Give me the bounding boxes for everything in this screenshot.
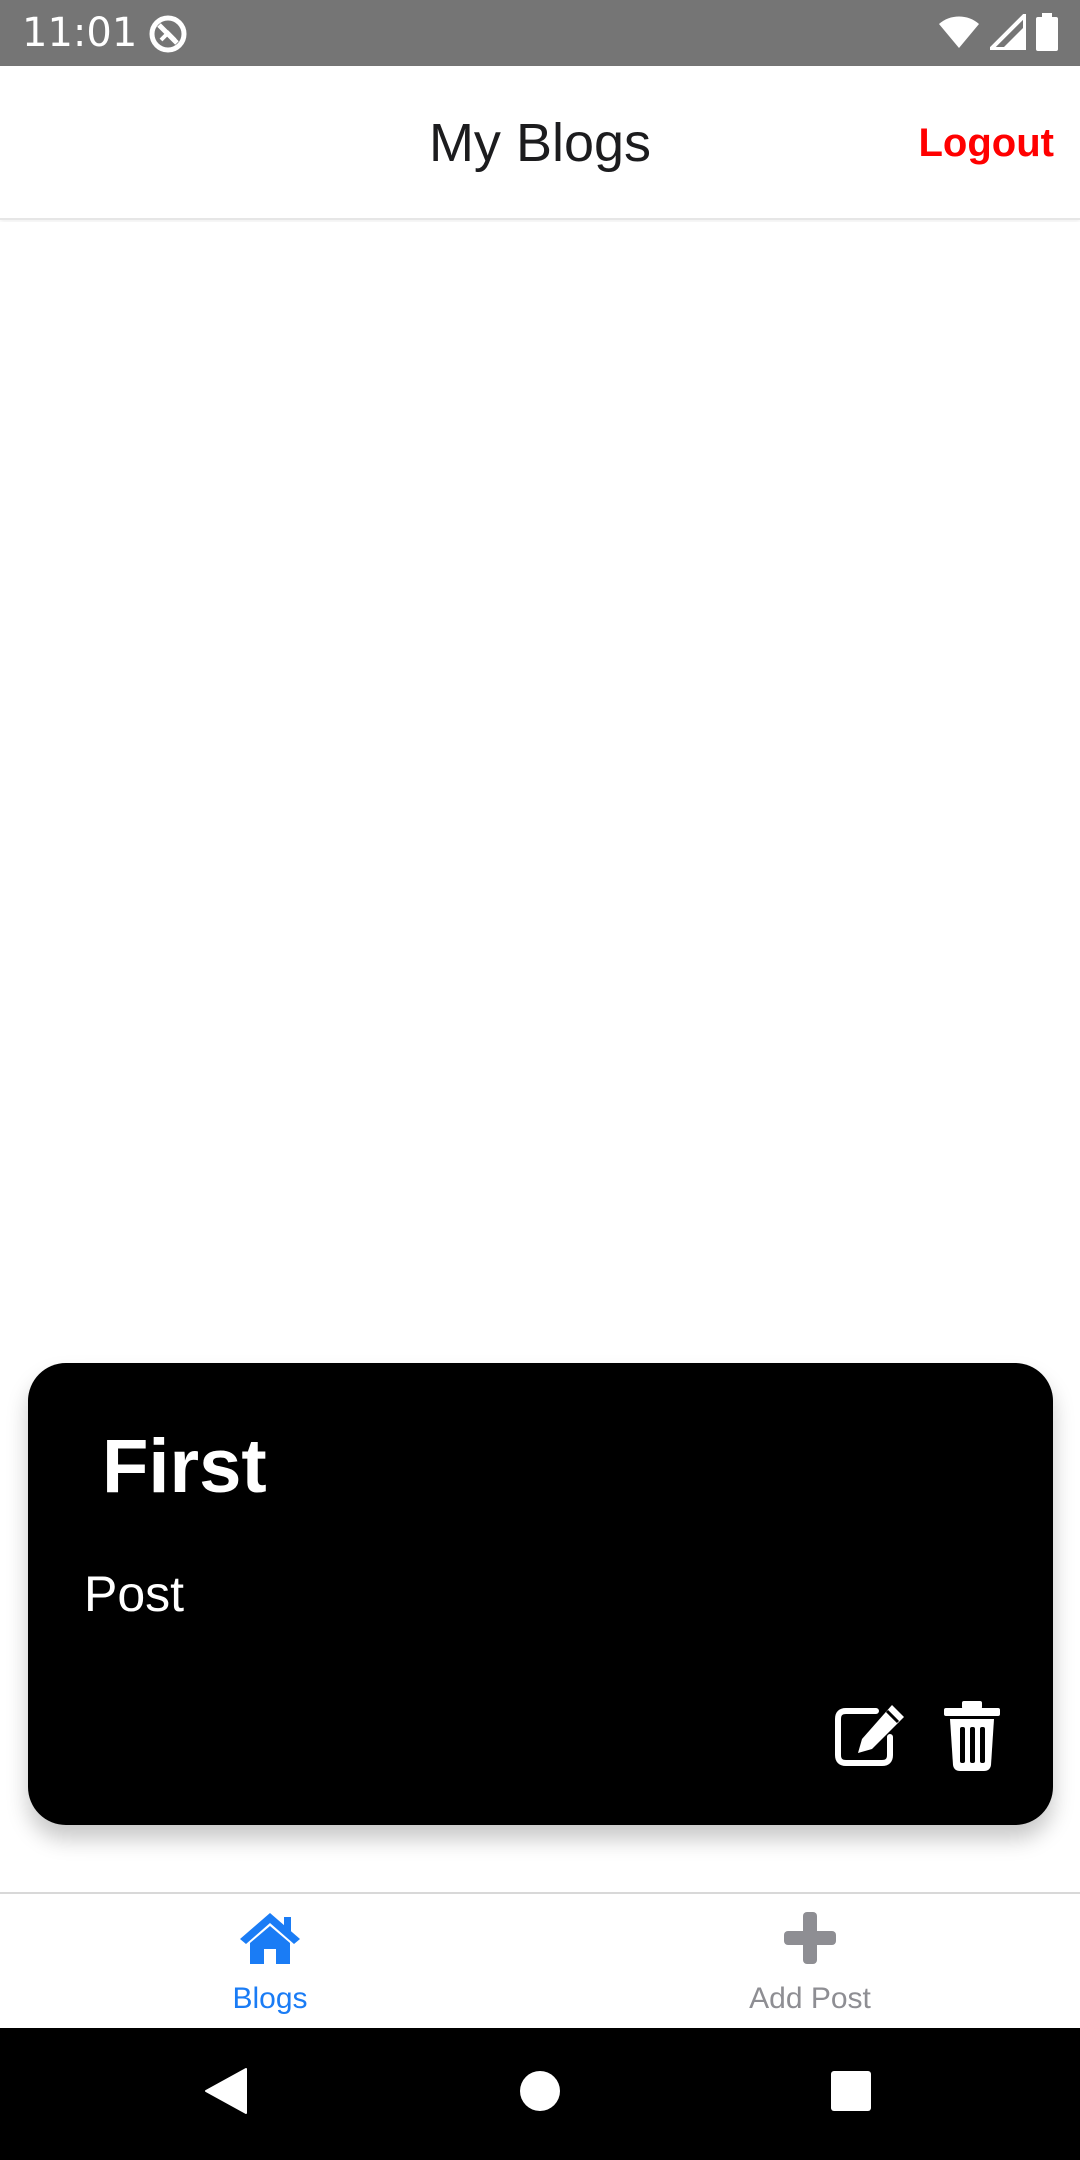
recents-button[interactable]	[816, 2058, 886, 2128]
tab-add-post-label: Add Post	[749, 1982, 871, 2015]
logout-button[interactable]: Logout	[919, 66, 1055, 220]
status-bar: 11:01	[0, 0, 1080, 66]
edit-icon	[832, 1705, 908, 1773]
tab-add-post[interactable]: Add Post	[540, 1894, 1080, 2028]
tab-blogs-label: Blogs	[232, 1982, 308, 2015]
app-notification-icon	[148, 14, 188, 54]
wifi-icon	[938, 15, 980, 54]
system-nav-bar	[0, 2028, 1080, 2160]
tab-blogs[interactable]: Blogs	[0, 1894, 540, 2028]
blog-list[interactable]: First Post	[0, 222, 1080, 1892]
home-icon	[238, 1911, 302, 1970]
post-title: First	[102, 1424, 267, 1509]
home-button[interactable]	[505, 2058, 575, 2128]
recents-square-icon	[830, 2070, 872, 2117]
plus-icon	[782, 1910, 838, 1971]
delete-post-button[interactable]	[942, 1701, 1002, 1771]
battery-icon	[1036, 12, 1058, 56]
home-circle-icon	[519, 2070, 561, 2117]
app-header: My Blogs Logout	[0, 66, 1080, 220]
status-icons	[938, 9, 1058, 56]
trash-icon	[942, 1701, 1002, 1775]
post-body: Post	[84, 1566, 185, 1622]
status-time: 11:01	[22, 10, 138, 56]
back-button[interactable]	[191, 2058, 261, 2128]
post-card[interactable]: First Post	[28, 1363, 1053, 1825]
back-icon	[204, 2067, 248, 2120]
edit-post-button[interactable]	[832, 1703, 908, 1769]
bottom-tab-bar: Blogs Add Post	[0, 1892, 1080, 2028]
cellular-signal-icon	[986, 9, 1027, 55]
